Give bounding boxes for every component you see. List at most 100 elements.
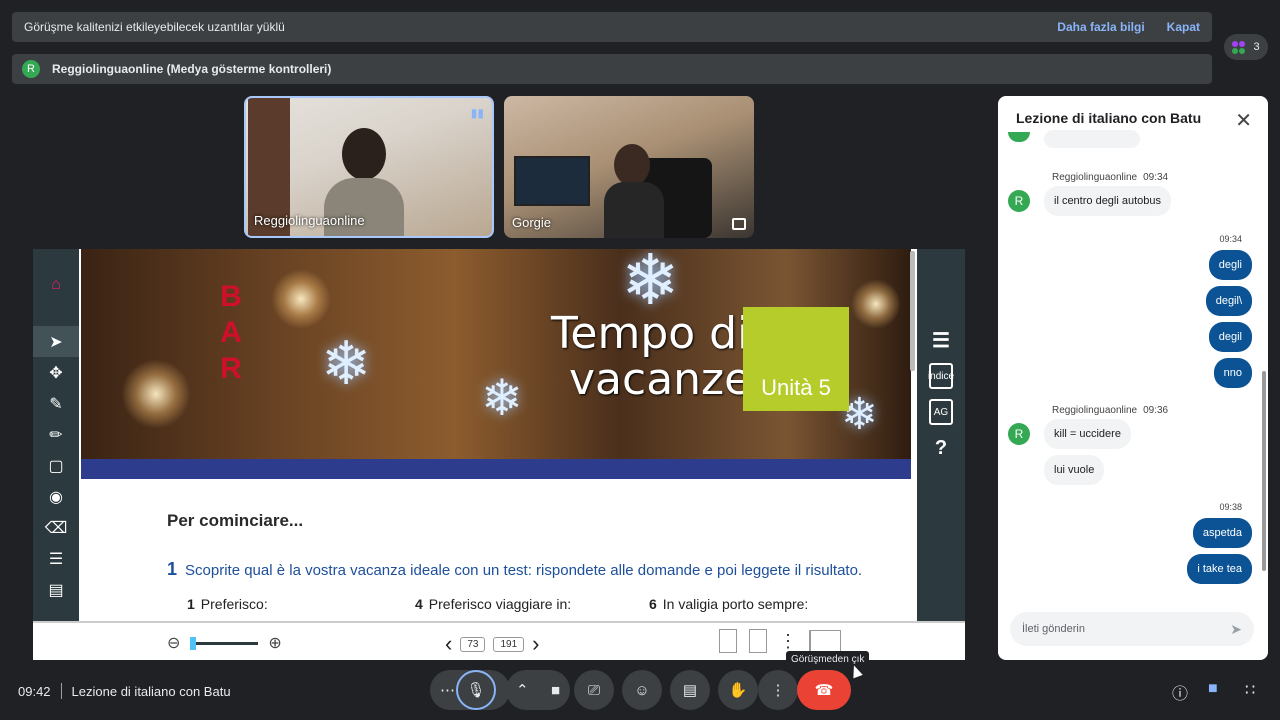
participant-name: Reggiolinguaonline <box>254 213 365 228</box>
microphone-button[interactable]: 🎙 <box>456 670 496 710</box>
message-time: 09:38 <box>1219 502 1242 512</box>
pencil-icon[interactable]: ✏ <box>33 419 79 450</box>
total-pages: 191 <box>493 636 525 652</box>
eye-icon[interactable]: ◉ <box>33 481 79 512</box>
document-icon[interactable]: ▤ <box>33 574 79 605</box>
participant-tile-gorgie[interactable]: Gorgie <box>504 96 754 238</box>
help-icon[interactable]: ? <box>929 435 953 461</box>
present-icon: ⎚ <box>587 681 600 699</box>
hand-icon: ✋ <box>728 682 748 699</box>
index-button[interactable]: indice <box>928 363 954 389</box>
page-hero-image: ❄ ❄ ❄ ❄ B A R Tempo di vacanze Unità 5 <box>81 249 911 459</box>
next-page-icon[interactable]: › <box>532 631 539 657</box>
info-icon[interactable]: ⓘ <box>1172 680 1188 704</box>
message-bubble-out: i take tea <box>1187 554 1252 584</box>
home-icon[interactable]: ⌂ <box>33 269 79 300</box>
left-toolbar: ⌂ ➤ ✥ ✎ ✏ ▢ ◉ ⌫ ☰ ▤ <box>33 249 79 621</box>
captions-icon: ▤ <box>682 682 698 699</box>
page-navigation: ‹ 73 191 › <box>445 631 539 657</box>
chat-scrollbar[interactable] <box>1262 371 1266 571</box>
message-placeholder: İleti gönderin <box>1022 623 1085 635</box>
participant-name: Gorgie <box>512 215 552 230</box>
fit-width-icon[interactable] <box>749 629 767 653</box>
call-controls: ⋯ 🎙 ⌃ ■ ⎚ ☺ ▤ ✋ ⋮ ☎ <box>0 668 1280 712</box>
participants-count-button[interactable]: 3 <box>1224 34 1268 60</box>
zoom-out-icon[interactable]: ⊖ <box>167 633 180 653</box>
eraser-icon[interactable]: ⌫ <box>33 512 79 543</box>
extensions-warning-banner: Görüşme kalitenizi etkileyebilecek uzant… <box>12 12 1212 42</box>
raise-hand-button[interactable]: ✋ <box>718 670 758 710</box>
message-sender: Reggiolinguaonline 09:36 <box>1052 405 1169 416</box>
prev-page-icon[interactable]: ‹ <box>445 631 452 657</box>
rectangle-icon[interactable]: ▢ <box>33 450 79 481</box>
page-scrollbar[interactable] <box>910 251 915 371</box>
speaking-indicator-icon: ▮▮ <box>470 106 484 120</box>
participant-tile-reggiolinguaonline[interactable]: ▮▮ Reggiolinguaonline <box>244 96 494 238</box>
close-icon[interactable]: ✕ <box>1235 108 1252 133</box>
message-bubble-out: degli <box>1208 250 1252 280</box>
section-title: Per cominciare... <box>167 511 304 530</box>
chat-icon[interactable]: ■ <box>1208 680 1218 698</box>
message-bubble-out: nno <box>1213 358 1252 388</box>
message-bubble-out: degil\ <box>1205 286 1252 316</box>
captions-button[interactable]: ▤ <box>670 670 710 710</box>
zoom-slider[interactable] <box>190 636 259 650</box>
camera-icon[interactable]: ■ <box>551 682 560 699</box>
chat-messages: Reggiolinguaonline 09:34 R il centro degl… <box>998 130 1268 602</box>
close-banner-button[interactable]: Kapat <box>1167 20 1200 34</box>
avatar: R <box>22 60 40 78</box>
zoom-in-icon[interactable]: ⊕ <box>268 633 281 653</box>
camera-options-icon[interactable]: ⌃ <box>516 681 529 699</box>
activities-icon[interactable]: ∷ <box>1245 680 1255 700</box>
more-options-icon[interactable]: ⋮ <box>779 631 797 652</box>
marker-icon[interactable]: ✎ <box>33 388 79 419</box>
message-bubble-out: degil <box>1208 322 1252 352</box>
more-mic-options-icon[interactable]: ⋯ <box>440 681 455 699</box>
zoom-controls: ⊖ ⊕ <box>167 633 282 653</box>
double-page-icon[interactable] <box>809 630 841 652</box>
chat-panel: Lezione di italiano con Batu ✕ Reggiolin… <box>998 96 1268 660</box>
current-page-input[interactable]: 73 <box>460 636 486 652</box>
divider-stripe <box>81 459 911 479</box>
avatar: R <box>1008 190 1030 212</box>
leave-call-button[interactable]: ☎ <box>797 670 851 710</box>
message-bubble: lui vuole <box>1044 455 1105 485</box>
book-page: ❄ ❄ ❄ ❄ B A R Tempo di vacanze Unità 5 P… <box>79 249 917 621</box>
layout-controls: ⋮ <box>719 629 841 653</box>
microphone-icon: 🎙 <box>466 682 486 699</box>
right-toolbar: ☰ indice AG ? <box>917 249 965 621</box>
message-input[interactable]: İleti gönderin ➤ <box>1010 612 1254 646</box>
more-options-button[interactable]: ⋮ <box>758 670 798 710</box>
exercise-instruction: 1 Scoprite qual è la vostra vacanza ideal… <box>167 559 863 579</box>
avatar: R <box>1008 423 1030 445</box>
message-bubble: kill = uccidere <box>1044 419 1131 449</box>
single-page-icon[interactable] <box>719 629 737 653</box>
camera-group: ⌃ ■ <box>506 670 570 710</box>
background-tv <box>514 156 590 206</box>
participant-video <box>604 144 664 238</box>
send-icon[interactable]: ➤ <box>1230 621 1242 638</box>
reactions-button[interactable]: ☺ <box>622 670 662 710</box>
bar-sign: B A R <box>220 280 242 385</box>
unit-badge: Unità 5 <box>743 307 849 411</box>
message-sender: Reggiolinguaonline 09:34 <box>1052 172 1169 183</box>
more-info-link[interactable]: Daha fazla bilgi <box>1057 20 1144 34</box>
emoji-icon: ☺ <box>634 681 650 699</box>
media-controls-label: Reggiolinguaonline (Medya gösterme kontr… <box>52 62 332 76</box>
ag-button[interactable]: AG <box>929 399 953 425</box>
list-icon[interactable]: ☰ <box>929 327 953 353</box>
pointer-icon[interactable]: ➤ <box>33 326 79 357</box>
move-icon[interactable]: ✥ <box>33 357 79 388</box>
pip-icon[interactable] <box>732 218 746 230</box>
banner-message: Görüşme kalitenizi etkileyebilecek uzant… <box>24 20 285 34</box>
participants-icon <box>1232 40 1246 54</box>
shared-screen-viewer: ⌂ ➤ ✥ ✎ ✏ ▢ ◉ ⌫ ☰ ▤ ❄ ❄ ❄ ❄ B A R Tempo … <box>33 249 965 660</box>
participants-count: 3 <box>1253 41 1260 53</box>
hang-up-icon: ☎ <box>814 682 834 699</box>
chapter-title: Tempo di vacanze <box>551 308 752 405</box>
more-vert-icon: ⋮ <box>770 682 786 699</box>
media-controls-banner[interactable]: R Reggiolinguaonline (Medya gösterme kon… <box>12 54 1212 84</box>
present-screen-button[interactable]: ⎚ <box>574 670 614 710</box>
partial-message <box>1044 130 1140 148</box>
notes-icon[interactable]: ☰ <box>33 543 79 574</box>
